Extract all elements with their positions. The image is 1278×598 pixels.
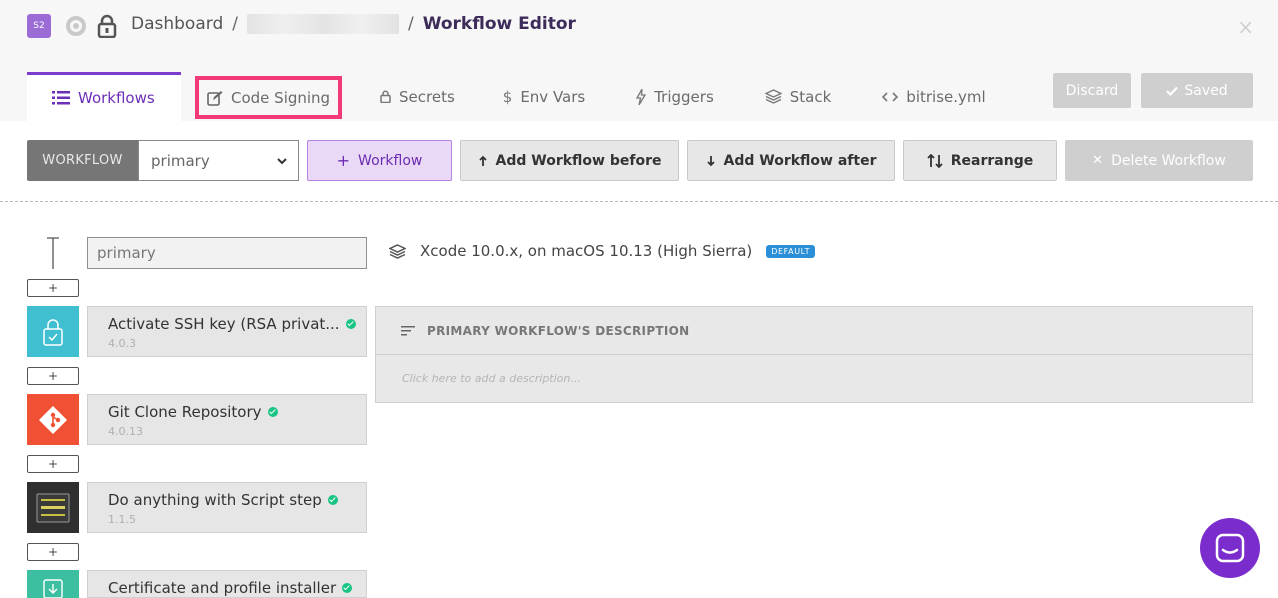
chevron-down-icon (277, 158, 287, 165)
text-lines-icon (401, 325, 415, 335)
add-step-button[interactable]: + (27, 455, 79, 473)
arrow-down-icon (706, 155, 715, 166)
page-title: Workflow Editor (422, 14, 576, 34)
rearrange-label: Rearrange (950, 152, 1034, 169)
step-version: 4.0.13 (108, 425, 143, 438)
lock-icon (97, 14, 117, 42)
tab-label: Stack (789, 87, 832, 106)
tab-stack[interactable]: Stack (764, 72, 832, 121)
add-before-label: Add Workflow before (495, 152, 662, 169)
verified-check-icon (342, 583, 353, 593)
gear-icon[interactable] (66, 16, 86, 36)
tab-env-vars[interactable]: $ Env Vars (503, 72, 585, 121)
layers-icon (389, 243, 406, 259)
add-workflow-before-button[interactable]: Add Workflow before (460, 140, 679, 181)
swap-vertical-icon (927, 153, 943, 168)
breadcrumb-dashboard-link[interactable]: Dashboard (131, 14, 223, 34)
add-workflow-button[interactable]: + Workflow (307, 140, 452, 181)
app-avatar[interactable]: S2 (27, 14, 51, 38)
verified-check-icon (327, 495, 338, 505)
rearrange-button[interactable]: Rearrange (903, 140, 1057, 181)
step-version: 4.0.3 (108, 337, 136, 350)
step-title: Certificate and profile installer (108, 579, 337, 597)
tab-workflows[interactable]: Workflows (27, 72, 181, 121)
lock-icon (380, 90, 391, 103)
arrow-up-icon (478, 155, 487, 166)
description-title: PRIMARY WORKFLOW'S DESCRIPTION (427, 323, 690, 338)
git-icon[interactable] (27, 394, 79, 445)
divider (0, 201, 1278, 202)
step-title: Do anything with Script step (108, 491, 322, 509)
discard-button[interactable]: Discard (1053, 73, 1131, 108)
certificate-icon[interactable] (27, 570, 79, 598)
check-icon (1166, 86, 1179, 96)
edit-icon (207, 90, 223, 106)
step-card-activate-ssh-key[interactable]: Activate SSH key (RSA privat... 4.0.3 (87, 306, 367, 357)
dollar-icon: $ (502, 87, 513, 106)
tab-label: Env Vars (520, 87, 586, 106)
header: S2 Dashboard / / Workflow Editor × Workf… (0, 0, 1278, 121)
add-workflow-after-button[interactable]: Add Workflow after (687, 140, 895, 181)
description-header: PRIMARY WORKFLOW'S DESCRIPTION (376, 307, 1252, 355)
chat-widget-button[interactable] (1200, 518, 1260, 578)
default-badge: DEFAULT (766, 244, 816, 258)
close-icon: ✕ (1092, 153, 1104, 168)
step-title: Activate SSH key (RSA privat... (108, 315, 340, 333)
tab-code-signing[interactable]: Code Signing (195, 76, 342, 119)
close-icon[interactable]: × (1237, 15, 1254, 39)
layers-icon (764, 89, 782, 104)
plus-icon: + (336, 151, 351, 170)
verified-check-icon (267, 407, 278, 417)
delete-label: Delete Workflow (1111, 152, 1226, 169)
tab-label: bitrise.yml (906, 87, 986, 106)
workflow-selector-label: WORKFLOW (27, 140, 138, 181)
add-workflow-label: Workflow (358, 152, 423, 169)
add-step-button[interactable]: + (27, 279, 79, 297)
add-after-label: Add Workflow after (723, 152, 877, 169)
saved-button[interactable]: Saved (1141, 73, 1253, 108)
workflow-description-panel: PRIMARY WORKFLOW'S DESCRIPTION Click her… (375, 306, 1253, 403)
add-step-button[interactable]: + (27, 367, 79, 385)
breadcrumb-app-name-redacted[interactable] (246, 14, 399, 34)
tab-bitrise-yml[interactable]: bitrise.yml (882, 72, 986, 121)
delete-workflow-button[interactable]: ✕ Delete Workflow (1065, 140, 1253, 181)
stack-info[interactable]: Xcode 10.0.x, on macOS 10.13 (High Sierr… (389, 242, 816, 260)
workflow-select[interactable]: primary (138, 140, 299, 181)
verified-check-icon (345, 319, 356, 329)
workflow-name-input[interactable]: primary (87, 237, 367, 269)
list-icon (52, 91, 70, 105)
breadcrumb-separator: / (407, 14, 414, 34)
stack-name: Xcode 10.0.x, on macOS 10.13 (High Sierr… (420, 242, 753, 260)
workflow-start-icon (47, 237, 59, 269)
tab-label: Secrets (399, 87, 455, 106)
step-card-git-clone[interactable]: Git Clone Repository 4.0.13 (87, 394, 367, 445)
editor-tabs: Workflows Code Signing Secrets $ Env Var… (27, 72, 986, 121)
tab-triggers[interactable]: Triggers (636, 72, 714, 121)
add-step-button[interactable]: + (27, 543, 79, 561)
tab-label: Workflows (78, 89, 155, 107)
breadcrumb: Dashboard / / Workflow Editor (131, 14, 576, 34)
breadcrumb-separator: / (232, 14, 238, 34)
tab-label: Triggers (654, 87, 714, 106)
tab-secrets[interactable]: Secrets (380, 72, 455, 121)
bolt-icon (636, 88, 647, 105)
step-title: Git Clone Repository (108, 403, 262, 421)
selected-workflow: primary (151, 151, 210, 170)
step-card-certificate-installer[interactable]: Certificate and profile installer (87, 570, 367, 598)
saved-label: Saved (1184, 82, 1228, 99)
code-icon (882, 91, 899, 102)
chat-icon (1215, 533, 1245, 563)
script-icon[interactable] (27, 482, 79, 533)
ssh-key-icon[interactable] (27, 306, 79, 357)
step-version: 1.1.5 (108, 513, 136, 526)
step-card-script[interactable]: Do anything with Script step 1.1.5 (87, 482, 367, 533)
description-input[interactable]: Click here to add a description... (376, 355, 1252, 402)
tab-label: Code Signing (231, 88, 331, 107)
